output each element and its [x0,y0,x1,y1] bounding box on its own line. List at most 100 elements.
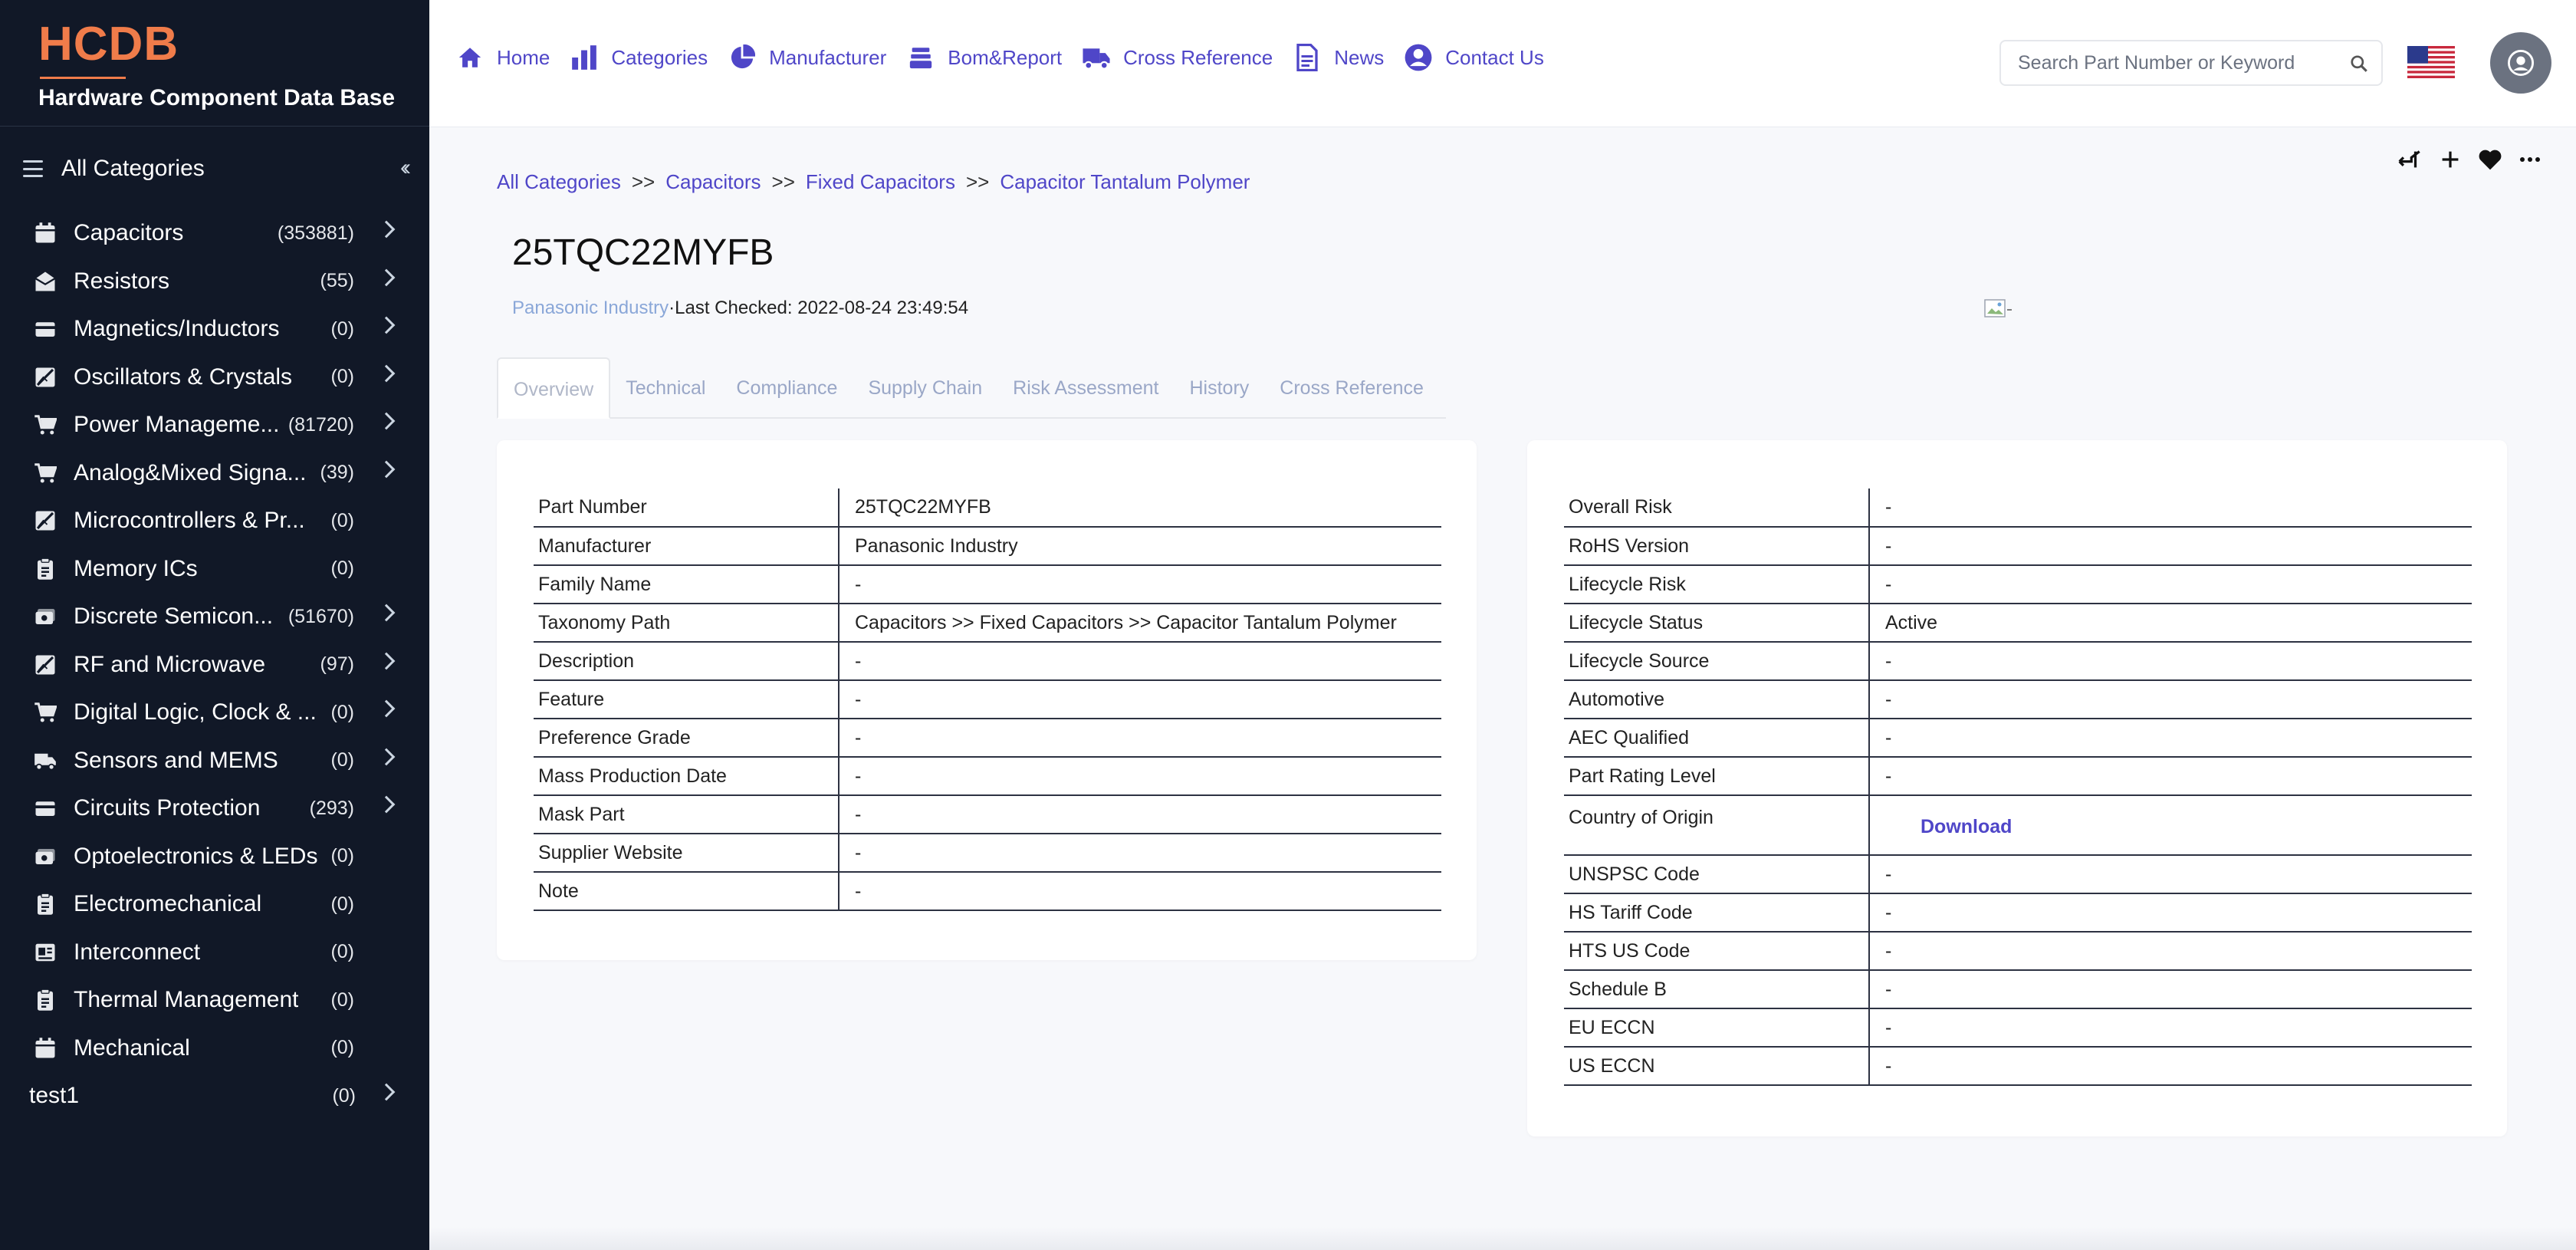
download-link[interactable]: Download [1921,816,2012,838]
nav-home-label: Home [497,45,550,69]
sidebar-item-capacitors[interactable]: Capacitors (353881) [32,209,400,258]
more-icon[interactable] [2515,146,2545,173]
sidebar-item-circuits-protection[interactable]: Circuits Protection (293) [32,785,400,833]
chevron-right-icon[interactable] [377,316,396,334]
nav-home[interactable]: Home [455,43,550,72]
field-value: - [839,680,1441,719]
tab-supply-chain[interactable]: Supply Chain [853,357,997,419]
sidebar-item-discrete-semicon[interactable]: Discrete Semicon... (51670) [32,593,400,641]
us-flag-icon[interactable] [2407,46,2455,78]
field-label: AEC Qualified [1564,719,1870,758]
sidebar-item-analog-mixed-signa[interactable]: Analog&Mixed Signa... (39) [32,449,400,498]
sidebar-item-electromechanical[interactable]: Electromechanical (0) [32,880,400,929]
field-label: Manufacturer [534,527,840,566]
field-value: - [839,795,1441,834]
chevron-right-icon[interactable] [377,412,396,430]
nav-manufacturer[interactable]: Manufacturer [728,43,886,72]
field-value: - [1869,527,2472,566]
field-label: Lifecycle Status [1564,604,1870,643]
avatar[interactable] [2490,32,2551,94]
category-list: Capacitors (353881) Resistors (55) Magnetics… [29,209,400,1120]
sidebar-item-interconnect[interactable]: Interconnect (0) [32,929,400,977]
sidebar-item-memory-ics[interactable]: Memory ICs (0) [32,545,400,594]
sidebar-item-microcontrollers-pr[interactable]: Microcontrollers & Pr... (0) [32,497,400,545]
money-icon [32,604,58,630]
breadcrumb-all-categories[interactable]: All Categories [497,170,621,194]
tab-cross-reference[interactable]: Cross Reference [1264,357,1439,419]
sidebar-item-count: (0) [330,1037,354,1059]
chevron-right-icon[interactable] [377,220,396,238]
chevron-right-icon[interactable] [377,364,396,382]
sidebar-item-thermal-management[interactable]: Thermal Management (0) [32,976,400,1025]
tab-history[interactable]: History [1175,357,1265,419]
tab-overview[interactable]: Overview [497,357,611,419]
sidebar-item-rf-and-microwave[interactable]: RF and Microwave (97) [32,641,400,689]
sidebar-item-label: Mechanical [74,1035,190,1061]
sidebar-item-label: Circuits Protection [74,795,261,821]
clipboard-icon [32,987,58,1013]
table-row: Automotive - [1564,680,2472,719]
logo-underline [40,77,126,79]
field-label: Lifecycle Risk [1564,565,1870,604]
chevron-right-icon[interactable] [377,268,396,286]
tab-compliance[interactable]: Compliance [721,357,853,419]
chevron-right-icon[interactable] [377,652,396,669]
table-row: Part Number 25TQC22MYFB [534,488,1441,528]
chevron-right-icon[interactable] [377,795,396,814]
nav-contact-us[interactable]: Contact Us [1404,43,1544,72]
nav-news[interactable]: News [1293,43,1384,72]
chevron-right-icon[interactable] [377,460,396,478]
sidebar-item-test1[interactable]: test1 (0) [25,1072,400,1120]
search-icon[interactable] [2349,54,2369,77]
sidebar-item-digital-logic-clock[interactable]: Digital Logic, Clock & ... (0) [32,689,400,737]
nav-cross-reference[interactable]: Cross Reference [1082,43,1273,72]
breadcrumb-capacitors[interactable]: Capacitors [665,170,761,194]
chevron-right-icon[interactable] [377,748,396,765]
add-icon[interactable] [2435,146,2466,173]
field-value: - [1869,893,2472,933]
manufacturer-link[interactable]: Panasonic Industry [512,298,669,318]
sidebar-item-mechanical[interactable]: Mechanical (0) [32,1025,400,1073]
field-value: Download [1869,795,2472,856]
money-icon [32,844,58,870]
logo[interactable]: HCDB Hardware Component Data Base [38,20,395,111]
nav-bom-report[interactable]: Bom&Report [906,43,1062,72]
heart-icon[interactable] [2475,146,2505,173]
field-value: - [1869,1008,2472,1048]
pie-chart-icon [728,43,757,72]
sidebar-item-resistors[interactable]: Resistors (55) [32,258,400,306]
id-card-icon [32,939,58,965]
inbox-stack-icon [906,43,935,72]
sidebar-item-label: RF and Microwave [74,651,266,677]
compare-icon[interactable] [2395,146,2426,173]
collapse-sidebar-icon[interactable]: ‹‹ [400,155,411,181]
logo-text: HCDB [38,18,179,71]
all-categories-header[interactable]: All Categories ‹‹ [23,147,411,190]
sidebar-item-sensors-and-mems[interactable]: Sensors and MEMS (0) [32,737,400,785]
part-meta: Panasonic Industry·Last Checked: 2022-08… [512,298,968,319]
sidebar-item-oscillators-crystals[interactable]: Oscillators & Crystals (0) [32,354,400,402]
overview-table-right: Overall Risk - RoHS Version - Lifecycle Risk… [1564,488,2472,1086]
overview-table-left: Part Number 25TQC22MYFB Manufacturer Panaso… [534,488,1441,911]
search-input[interactable] [2018,51,2340,74]
table-row: Lifecycle Risk - [1564,565,2472,604]
sidebar-item-label: Magnetics/Inductors [74,316,280,342]
breadcrumb-separator: >> [771,170,795,193]
breadcrumb: All Categories >> Capacitors >> Fixed Ca… [497,170,1250,194]
sidebar-item-power-manageme[interactable]: Power Manageme... (81720) [32,401,400,449]
chevron-right-icon[interactable] [377,699,396,718]
field-value: Active [1869,604,2472,643]
sidebar-item-count: (0) [330,509,354,531]
tab-risk-assessment[interactable]: Risk Assessment [997,357,1174,419]
field-label: Automotive [1564,680,1870,719]
field-value: - [1869,680,2472,719]
nav-categories[interactable]: Categories [570,43,708,72]
sidebar-item-optoelectronics-leds[interactable]: Optoelectronics & LEDs (0) [32,833,400,881]
sidebar-item-magnetics-inductors[interactable]: Magnetics/Inductors (0) [32,305,400,354]
search-box [1999,40,2383,86]
breadcrumb-fixed-capacitors[interactable]: Fixed Capacitors [806,170,955,194]
chevron-right-icon[interactable] [377,604,396,622]
tab-technical[interactable]: Technical [610,357,721,419]
chevron-right-icon[interactable] [377,1083,396,1101]
breadcrumb-capacitor-tantalum-polymer[interactable]: Capacitor Tantalum Polymer [1000,170,1250,194]
